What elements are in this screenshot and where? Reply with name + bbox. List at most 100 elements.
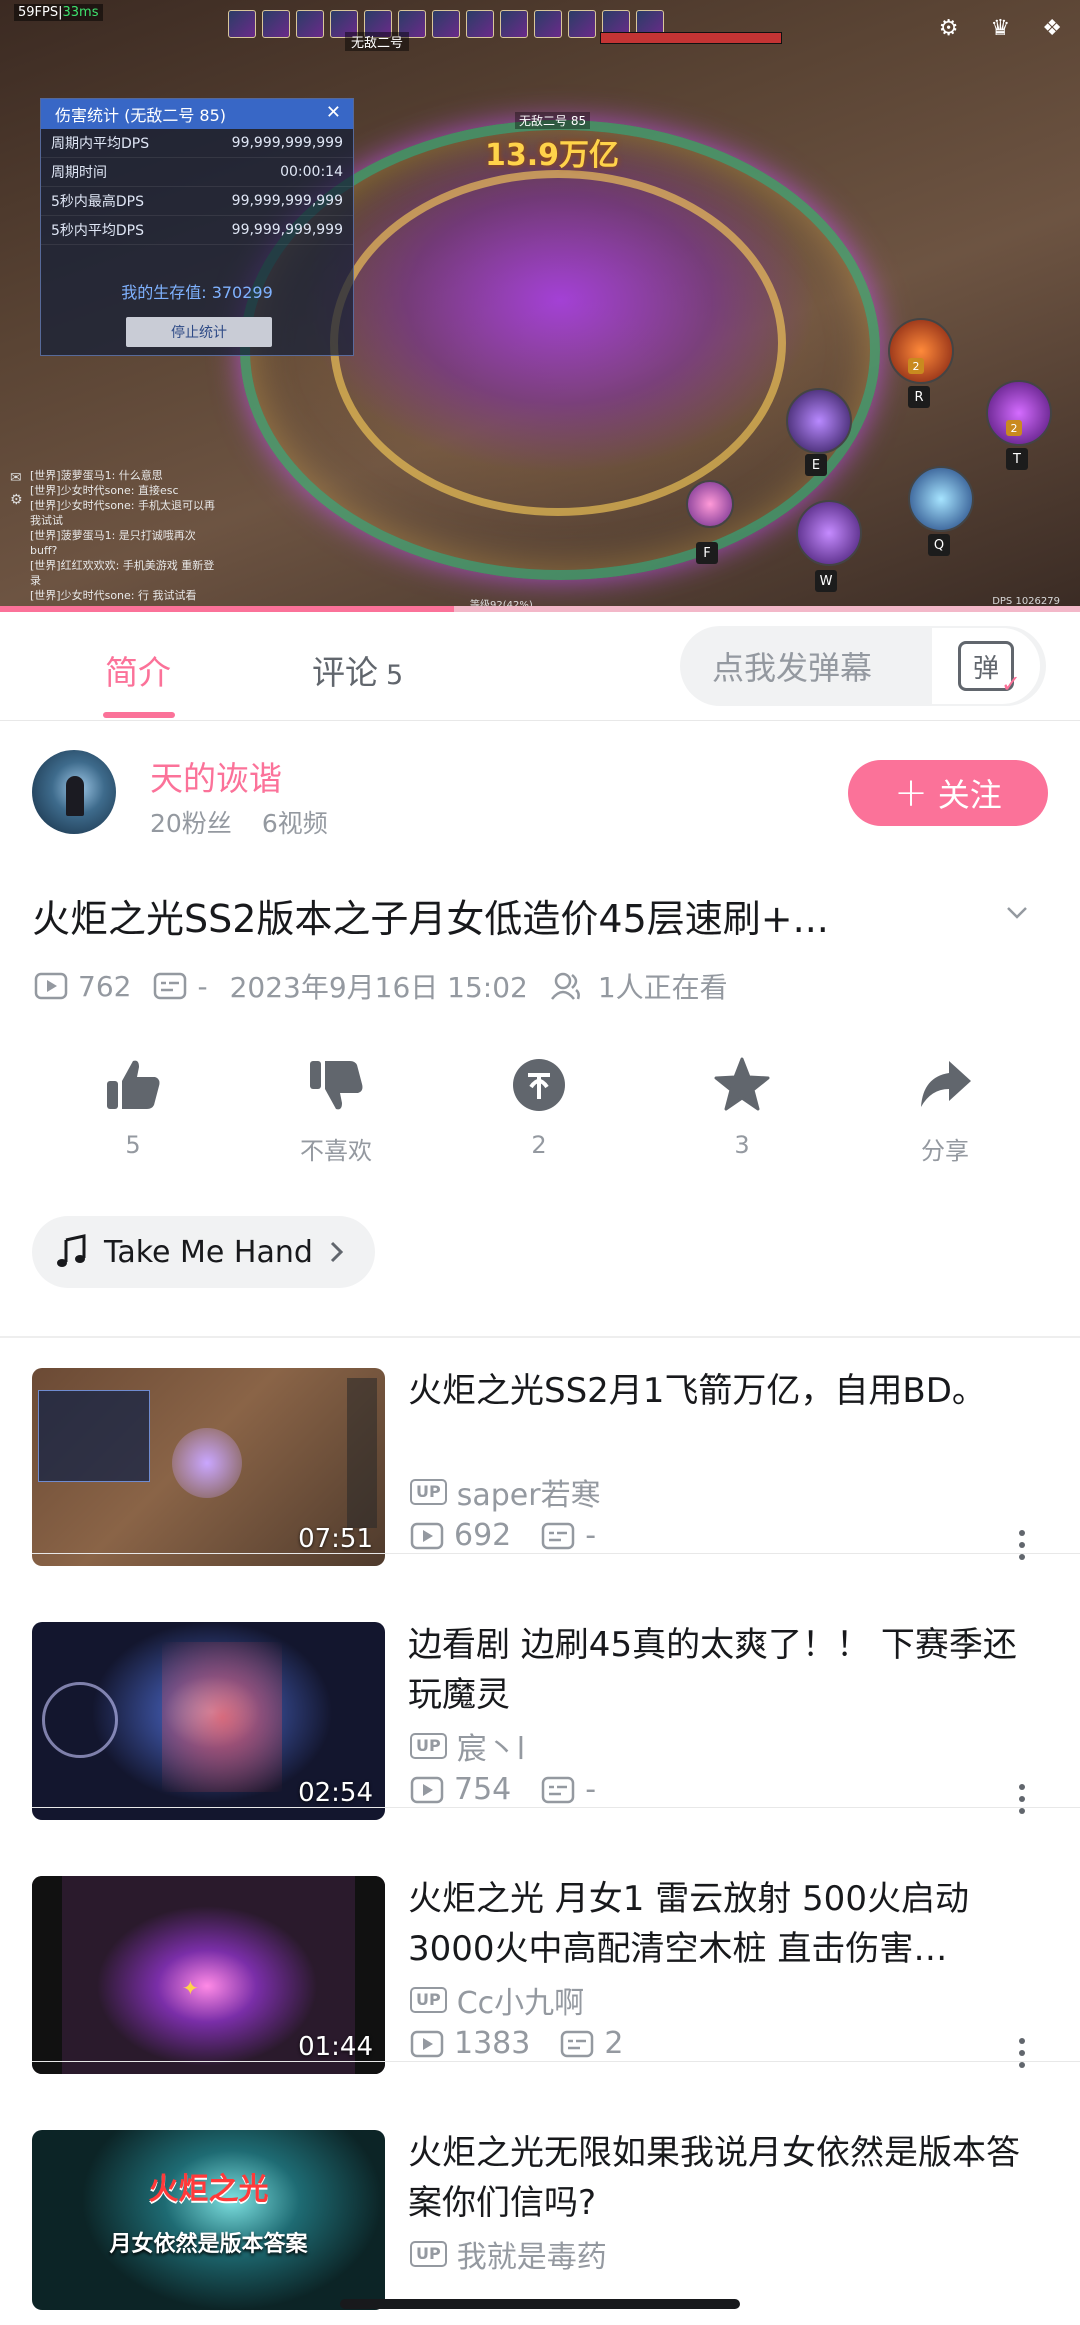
danmaku-placeholder: 点我发弹幕: [712, 649, 873, 687]
thumbs-down-icon: [310, 1061, 363, 1110]
view-count: 762: [78, 969, 132, 1003]
danmaku-toggle-button[interactable]: 弹 ✓: [930, 626, 1042, 706]
buff-slot: [568, 10, 596, 38]
skill-effect-inner-ring: [330, 170, 786, 516]
up-badge-icon: UP: [410, 1479, 447, 1505]
play-count-icon: [410, 1522, 444, 1549]
share-label: 分享: [921, 1137, 969, 1165]
bag-icon[interactable]: ❖: [1042, 16, 1062, 41]
survival-value: 我的生存值: 370299: [121, 283, 273, 302]
related-video-item[interactable]: 火炬之光 月女依然是版本答案 火炬之光无限如果我说月女依然是版本答案你们信吗? …: [0, 2100, 1080, 2316]
chat-icon[interactable]: ✉: [10, 470, 22, 486]
avatar[interactable]: [32, 750, 116, 834]
play-count-icon: [410, 2030, 444, 2057]
share-button[interactable]: 分享: [880, 1055, 1010, 1166]
more-options-icon[interactable]: [1018, 1530, 1026, 1560]
buff-slot: [534, 10, 562, 38]
video-thumbnail[interactable]: 火炬之光 月女依然是版本答案: [32, 2130, 385, 2310]
stop-stats-button[interactable]: 停止统计: [126, 317, 272, 347]
home-indicator[interactable]: [340, 2299, 740, 2309]
buff-slot: [262, 10, 290, 38]
danmaku-input[interactable]: 点我发弹幕 弹 ✓: [680, 626, 1046, 706]
gift-icon[interactable]: ♛: [991, 16, 1011, 41]
up-badge-icon: UP: [410, 1733, 447, 1759]
chevron-down-icon[interactable]: [1005, 900, 1029, 924]
dps-row: 5秒内最高DPS 99,999,999,999: [41, 187, 353, 216]
tab-bar: 简介 评论 5 点我发弹幕 弹 ✓: [0, 612, 1080, 721]
related-video-uploader: UP 我就是毒药: [410, 2232, 607, 2276]
dps-stats-panel: 伤害统计 (无敌二号 85) ✕ 周期内平均DPS 99,999,999,999 …: [40, 98, 354, 356]
settings-icon[interactable]: ⚙: [939, 16, 959, 41]
music-note-icon: [57, 1234, 86, 1267]
skill-button-e[interactable]: [786, 388, 852, 454]
publish-date: 2023年9月16日 15:02: [229, 971, 528, 1004]
buff-slot: [432, 10, 460, 38]
gear-icon[interactable]: ⚙: [10, 492, 23, 508]
tab-comments[interactable]: 评论 5: [312, 646, 403, 694]
up-badge-icon: UP: [410, 2241, 447, 2267]
skill-key-q: Q: [928, 534, 950, 556]
skill-button-f[interactable]: [686, 480, 734, 528]
video-count: 6视频: [261, 809, 328, 838]
related-video-stats: 754 -: [410, 1772, 626, 1807]
play-count-icon: [410, 1776, 444, 1803]
close-icon[interactable]: ✕: [326, 102, 341, 123]
like-count: 5: [125, 1131, 141, 1159]
video-meta: 762 - 2023年9月16日 15:02 1人正在看: [34, 966, 750, 1006]
buff-slot: [500, 10, 528, 38]
game-buff-bar: [228, 10, 664, 38]
favorite-count: 3: [734, 1131, 750, 1159]
favorite-button[interactable]: 3: [677, 1055, 807, 1159]
play-count-icon: [34, 972, 68, 1000]
related-video-item[interactable]: 02:54 边看剧 边刷45真的太爽了！！ 下赛季还玩魔灵 UP 宸丶l 754…: [0, 1592, 1080, 1820]
video-player[interactable]: 59FPS|33ms 无敌二号 无敌二号 85 13.9万亿 ⚙ ♛ ❖ 伤害统…: [0, 0, 1080, 612]
chevron-right-icon: [330, 1241, 344, 1263]
tab-intro[interactable]: 简介: [105, 646, 171, 694]
dislike-label: 不喜欢: [300, 1137, 372, 1165]
skill-button-t[interactable]: [986, 380, 1052, 446]
video-title: 火炬之光SS2版本之子月女低造价45层速刷+...: [32, 897, 829, 941]
game-chat-log: [世界]菠萝蛋马1: 什么意思 [世界]少女时代sone: 直接esc [世界]…: [30, 469, 215, 602]
video-thumbnail[interactable]: ✦ 01:44: [32, 1876, 385, 2074]
music-title: Take Me Hand: [104, 1234, 313, 1270]
related-video-item[interactable]: 07:51 火炬之光SS2月1飞箭万亿，自用BD。 UP saper若寒 692…: [0, 1338, 1080, 1566]
skill-key-r: R: [908, 386, 930, 408]
related-video-title: 火炬之光无限如果我说月女依然是版本答案你们信吗?: [408, 2133, 1020, 2223]
skill-key-t: T: [1006, 448, 1028, 470]
related-video-title: 火炬之光SS2月1飞箭万亿，自用BD。: [408, 1371, 986, 1411]
video-duration: 07:51: [298, 1524, 373, 1554]
action-bar: 5 不喜欢 2 3 分享: [0, 1055, 1080, 1175]
background-music-chip[interactable]: Take Me Hand: [32, 1216, 375, 1288]
danmaku-count-icon: [542, 1776, 575, 1803]
danmaku-icon: 弹 ✓: [958, 641, 1021, 698]
follow-button[interactable]: + 关注: [848, 760, 1048, 826]
star-icon: [714, 1057, 770, 1111]
dislike-button[interactable]: 不喜欢: [271, 1055, 401, 1166]
related-video-item[interactable]: ✦ 01:44 火炬之光 月女1 雷云放射 500火启动3000火中高配清空木桩…: [0, 1846, 1080, 2074]
more-options-icon[interactable]: [1018, 1784, 1026, 1814]
related-video-uploader: UP Cc小九啊: [410, 1978, 584, 2022]
up-badge-icon: UP: [410, 1987, 447, 2013]
video-thumbnail[interactable]: 02:54: [32, 1622, 385, 1820]
uploader-stats: 20粉丝 6视频: [150, 804, 328, 840]
uploader-name[interactable]: 天的诙谐: [150, 752, 282, 800]
skill-button-q[interactable]: [908, 466, 974, 532]
coin-button[interactable]: 2: [474, 1055, 604, 1159]
more-options-icon[interactable]: [1018, 2038, 1026, 2068]
fps-counter: 59FPS|33ms: [14, 4, 103, 21]
comments-count: 5: [386, 660, 404, 691]
tab-active-indicator: [103, 712, 175, 718]
boss-health-bar: [600, 32, 782, 44]
skill-button-r[interactable]: [888, 318, 954, 384]
related-video-stats: 692 -: [410, 1518, 626, 1553]
watching-people-icon: [550, 972, 580, 1000]
skill-charge: 2: [908, 358, 924, 374]
video-thumbnail[interactable]: 07:51: [32, 1368, 385, 1566]
video-duration: 02:54: [298, 1778, 373, 1808]
fans-count: 20粉丝: [150, 809, 232, 838]
share-arrow-icon: [921, 1061, 971, 1107]
like-button[interactable]: 5: [68, 1055, 198, 1159]
skill-key-f: F: [696, 542, 718, 564]
skill-button-w[interactable]: [796, 500, 862, 566]
plus-icon: +: [894, 770, 928, 816]
